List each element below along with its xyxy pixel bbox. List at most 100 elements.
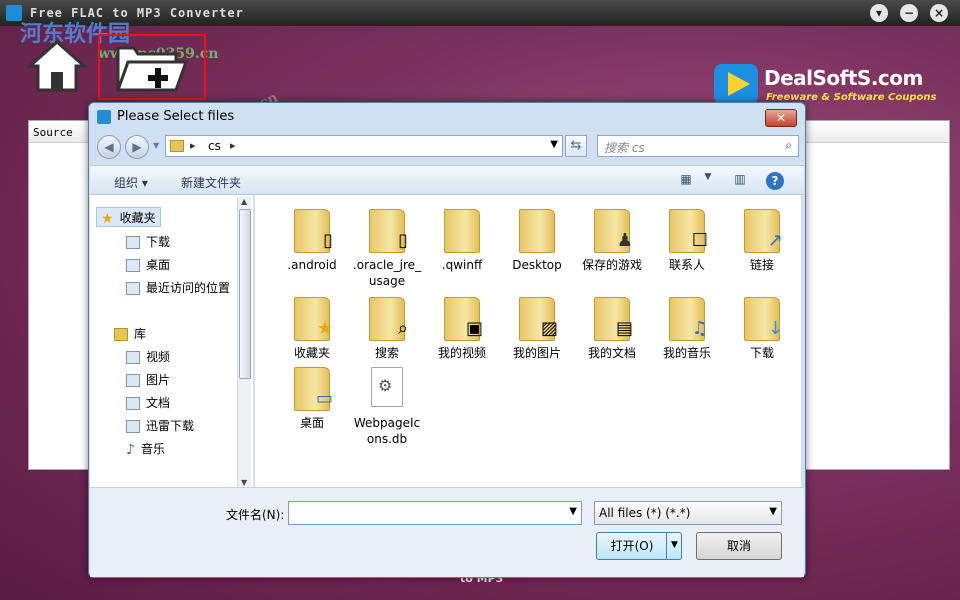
folder-icon [444, 209, 480, 253]
folder-icon: ▤ [594, 297, 633, 341]
search-input[interactable]: 搜索 cs ⌕ [597, 135, 799, 157]
folder-item[interactable]: ▨ 我的图片 [502, 297, 572, 361]
dialog-close-button[interactable]: ✕ [765, 109, 797, 127]
folder-item[interactable]: ♟ 保存的游戏 [577, 209, 647, 273]
file-name-label: .android [287, 258, 337, 272]
play-logo-icon [714, 64, 758, 104]
folder-item[interactable]: ↗ 链接 [727, 209, 797, 273]
search-icon[interactable]: ⌕ [785, 138, 792, 153]
download-icon: ↓ [767, 318, 783, 339]
nav-documents[interactable]: 文档 [126, 394, 170, 414]
recent-pages-dropdown[interactable]: ▼ [153, 141, 159, 150]
back-button[interactable]: ◀ [97, 135, 121, 159]
nav-label: 迅雷下载 [146, 419, 195, 433]
folder-item[interactable]: ☐ 联系人 [652, 209, 722, 273]
doc-folder: ▯ [398, 230, 408, 251]
nav-label: 收藏夹 [119, 211, 156, 225]
folder-add-icon [115, 46, 189, 92]
file-item[interactable]: ⚙ WebpageIcons.db [352, 367, 422, 447]
add-files-button[interactable] [98, 34, 206, 100]
gear-file-icon: ⚙ [378, 376, 393, 395]
folder-icon: ♟ [594, 209, 633, 253]
nav-label: 文档 [146, 396, 171, 410]
file-name-label: 搜索 [374, 346, 399, 360]
chevron-right-icon[interactable]: ▸ [190, 139, 196, 152]
dialog-title: Please Select files [117, 109, 235, 124]
star-icon: ★ [316, 318, 333, 339]
help-dropdown-button[interactable]: ▾ [870, 4, 888, 22]
nav-desktop[interactable]: 桌面 [126, 256, 170, 276]
folder-item[interactable]: ▤ 我的文档 [577, 297, 647, 361]
address-bar[interactable]: ▸ cs ▸ ▼ [165, 135, 563, 157]
folder-item[interactable]: ▯ .oracle_jre_usage [352, 209, 422, 289]
nav-label: 库 [134, 327, 147, 341]
refresh-button[interactable]: ⇆ [565, 135, 587, 157]
folder-icon: ▨ [519, 297, 558, 341]
chevron-right-icon[interactable]: ▸ [230, 139, 236, 152]
recent-places-icon [126, 282, 140, 295]
brand-logo[interactable]: DealSoftS.com Freeware & Software Coupon… [712, 60, 942, 108]
file-view: ▯ .android ▯ .oracle_jre_usage .qwinff Deskto… [255, 195, 801, 487]
view-options-icon[interactable]: ▦ [678, 172, 694, 188]
dialog-app-icon [97, 110, 111, 124]
folder-item[interactable]: Desktop [502, 209, 572, 273]
open-dropdown-button[interactable]: ▼ [666, 532, 682, 560]
organize-menu[interactable]: 组织 ▾ [114, 174, 148, 191]
dialog-footer: 文件名(N): ▼ All files (*) (*.*) ▼ 打开(O) ▼ … [90, 487, 804, 577]
folder-item[interactable]: ★ 收藏夹 [277, 297, 347, 361]
folder-item[interactable]: ⌕ 搜索 [352, 297, 422, 361]
folder-item[interactable]: ▣ 我的视频 [427, 297, 497, 361]
nav-scrollbar[interactable]: ▲ ▼ [237, 197, 251, 487]
view-dropdown[interactable]: ▼ [700, 172, 716, 188]
nav-xunlei[interactable]: 迅雷下载 [126, 417, 194, 437]
filetype-value: All files (*) (*.*) [599, 506, 691, 520]
home-button[interactable] [24, 34, 90, 100]
breadcrumb-cs[interactable]: cs [208, 139, 221, 153]
folder-icon: ♫ [669, 297, 708, 341]
folder-item[interactable]: ♫ 我的音乐 [652, 297, 722, 361]
filename-input[interactable]: ▼ [288, 501, 582, 525]
nav-downloads[interactable]: 下载 [126, 233, 170, 253]
scroll-thumb[interactable] [239, 209, 251, 379]
nav-label: 音乐 [140, 442, 165, 456]
scroll-down-arrow[interactable]: ▼ [241, 478, 247, 487]
nav-music[interactable]: ♪ 音乐 [126, 440, 165, 460]
nav-libraries[interactable]: 库 [114, 325, 146, 345]
new-folder-button[interactable]: 新建文件夹 [181, 174, 241, 191]
folder-icon: ☐ [669, 209, 708, 253]
file-name-label: WebpageIcons.db [353, 416, 421, 446]
filename-label: 文件名(N): [226, 508, 285, 522]
nav-label: 视频 [146, 350, 171, 364]
nav-recent[interactable]: 最近访问的位置 [126, 279, 230, 299]
file-name-label: .oracle_jre_usage [352, 258, 422, 288]
file-name-label: 收藏夹 [293, 346, 330, 360]
filetype-dropdown[interactable]: ▼ [769, 506, 777, 517]
nav-pictures[interactable]: 图片 [126, 371, 170, 391]
nav-favorites[interactable]: ★ 收藏夹 [96, 207, 161, 227]
folder-icon: ▯ [369, 209, 408, 253]
help-icon[interactable]: ? [766, 172, 784, 190]
folder-item[interactable]: .qwinff [427, 209, 497, 273]
close-button[interactable]: × [930, 4, 948, 22]
file-name-label: 我的图片 [512, 346, 561, 360]
folder-item[interactable]: ▭ 桌面 [277, 367, 347, 431]
filetype-select[interactable]: All files (*) (*.*) ▼ [594, 501, 782, 525]
folder-icon: ↗ [744, 209, 783, 253]
file-name-label: 我的音乐 [662, 346, 711, 360]
download-icon [126, 236, 140, 249]
forward-button[interactable]: ▶ [125, 135, 149, 159]
app-titlebar: Free FLAC to MP3 Converter ▾ − × [0, 0, 960, 26]
folder-item[interactable]: ▯ .android [277, 209, 347, 273]
preview-pane-icon[interactable]: ▥ [732, 172, 748, 188]
folder-item[interactable]: ↓ 下载 [727, 297, 797, 361]
file-name-label: .qwinff [441, 258, 483, 272]
nav-videos[interactable]: 视频 [126, 348, 170, 368]
address-dropdown[interactable]: ▼ [550, 139, 558, 150]
file-icon: ⚙ [369, 367, 405, 411]
file-name-label: 链接 [749, 258, 774, 272]
cancel-button[interactable]: 取消 [696, 532, 782, 560]
minimize-button[interactable]: − [900, 4, 918, 22]
scroll-up-arrow[interactable]: ▲ [241, 197, 247, 206]
filename-dropdown[interactable]: ▼ [569, 506, 577, 517]
folder-icon: ↓ [744, 297, 783, 341]
